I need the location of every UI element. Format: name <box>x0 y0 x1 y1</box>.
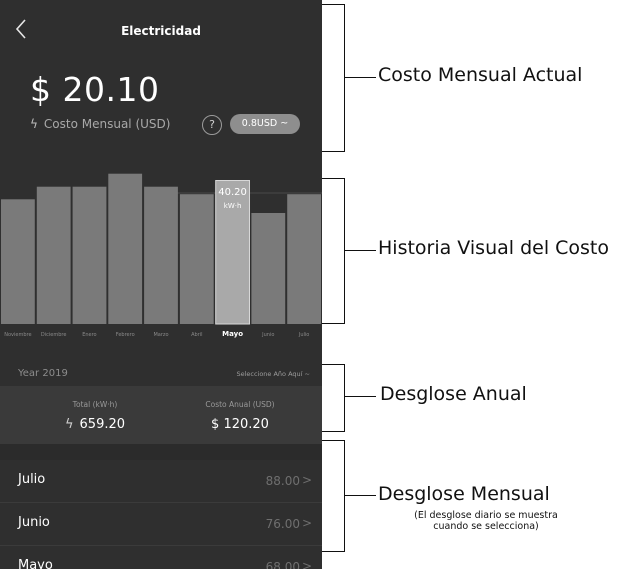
leader-current <box>344 77 376 78</box>
chart-tick-label[interactable]: Febrero <box>116 332 135 338</box>
annotation-monthly: Desglose Mensual <box>378 483 550 505</box>
month-value: 88.00 <box>265 474 300 488</box>
total-value: 659.20 <box>79 417 126 432</box>
selected-bar-value: 40.20 <box>218 187 247 198</box>
month-name: Julio <box>18 472 46 487</box>
annual-summary: Total (kW·h) ϟ 659.20 Costo Anual (USD) … <box>0 386 322 444</box>
chart-bar-julio[interactable] <box>287 194 321 324</box>
bracket-monthly <box>322 440 345 552</box>
month-name: Mayo <box>18 558 53 569</box>
annual-cost-column: Costo Anual (USD) $ 120.20 <box>185 400 295 432</box>
month-name: Junio <box>18 515 50 530</box>
bracket-history <box>322 178 345 324</box>
bracket-annual <box>322 364 345 432</box>
monthly-note-line-1: (El desglose diario se muestra <box>414 510 558 521</box>
chart-tick-label[interactable]: Enero <box>82 332 96 338</box>
year-select[interactable]: Seleccione Año Aquí ~ <box>236 370 310 378</box>
bracket-current <box>322 4 345 152</box>
annual-cost-label: Costo Anual (USD) <box>205 400 275 409</box>
section-divider <box>0 444 322 460</box>
monthly-note-line-2: cuando se selecciona) <box>433 521 539 532</box>
chevron-right-icon: > <box>301 516 312 530</box>
chevron-right-icon: > <box>301 473 312 487</box>
cost-label-row: ϟ Costo Mensual (USD) <box>30 117 170 131</box>
list-item[interactable]: Julio 88.00 > <box>0 460 322 503</box>
leader-monthly <box>344 495 376 496</box>
help-button[interactable]: ? <box>202 115 222 135</box>
total-label: Total (kW·h) <box>72 400 118 409</box>
month-value: 76.00 <box>265 517 300 531</box>
chart-bar-noviembre[interactable] <box>1 199 35 324</box>
rate-dropdown[interactable]: 0.8USD ~ <box>230 114 300 134</box>
leader-annual <box>344 396 376 397</box>
chart-tick-label[interactable]: Abril <box>191 332 202 338</box>
chart-tick-label[interactable]: Marzo <box>153 332 168 338</box>
annotation-history: Historia Visual del Costo <box>378 237 610 259</box>
leader-history <box>344 250 376 251</box>
year-label: Year 2019 <box>18 368 68 379</box>
cost-history-chart: Noviembre Diciembre Enero Febrero Marzo Abril… <box>0 160 322 360</box>
current-cost: $ 20.10 <box>30 70 160 109</box>
chart-tick-label[interactable]: Junio <box>261 332 274 338</box>
total-column: Total (kW·h) ϟ 659.20 <box>40 400 150 432</box>
page-title: Electricidad <box>121 24 201 38</box>
annual-cost-value: $ 120.20 <box>211 417 269 432</box>
annotation-current-cost: Costo Mensual Actual <box>378 64 583 86</box>
chart-bar-diciembre[interactable] <box>36 186 71 324</box>
list-item[interactable]: Mayo 68.00 > <box>0 546 322 569</box>
monthly-list: Julio 88.00 > Junio 76.00 > Mayo 68.00 > <box>0 460 322 569</box>
lightning-icon: ϟ <box>30 117 38 131</box>
annotation-monthly-note: (El desglose diario se muestra cuando se… <box>376 510 596 532</box>
phone-screen: Electricidad $ 20.10 ϟ Costo Mensual (US… <box>0 0 322 569</box>
chart-bar-enero[interactable] <box>72 186 107 324</box>
annotation-annual: Desglose Anual <box>380 383 527 405</box>
chart-bar-junio[interactable] <box>251 213 286 324</box>
chart-bar-febrero[interactable] <box>108 173 143 324</box>
chart-tick-label[interactable]: Mayo <box>222 330 243 338</box>
year-selector-bar: Year 2019 Seleccione Año Aquí ~ <box>0 360 322 386</box>
chevron-right-icon: > <box>301 559 312 569</box>
chart-tick-label[interactable]: Julio <box>298 332 309 338</box>
chart-bar-marzo[interactable] <box>144 186 178 324</box>
cost-label: Costo Mensual (USD) <box>43 117 171 131</box>
selected-bar-unit: kW·h <box>224 202 242 210</box>
month-value: 68.00 <box>265 560 300 569</box>
chart-bar-abril[interactable] <box>179 194 214 324</box>
chart-tick-label[interactable]: Noviembre <box>4 332 31 338</box>
chart-tick-label[interactable]: Diciembre <box>41 332 67 338</box>
list-item[interactable]: Junio 76.00 > <box>0 503 322 546</box>
top-bar: Electricidad <box>0 0 322 60</box>
lightning-icon: ϟ <box>64 417 74 432</box>
